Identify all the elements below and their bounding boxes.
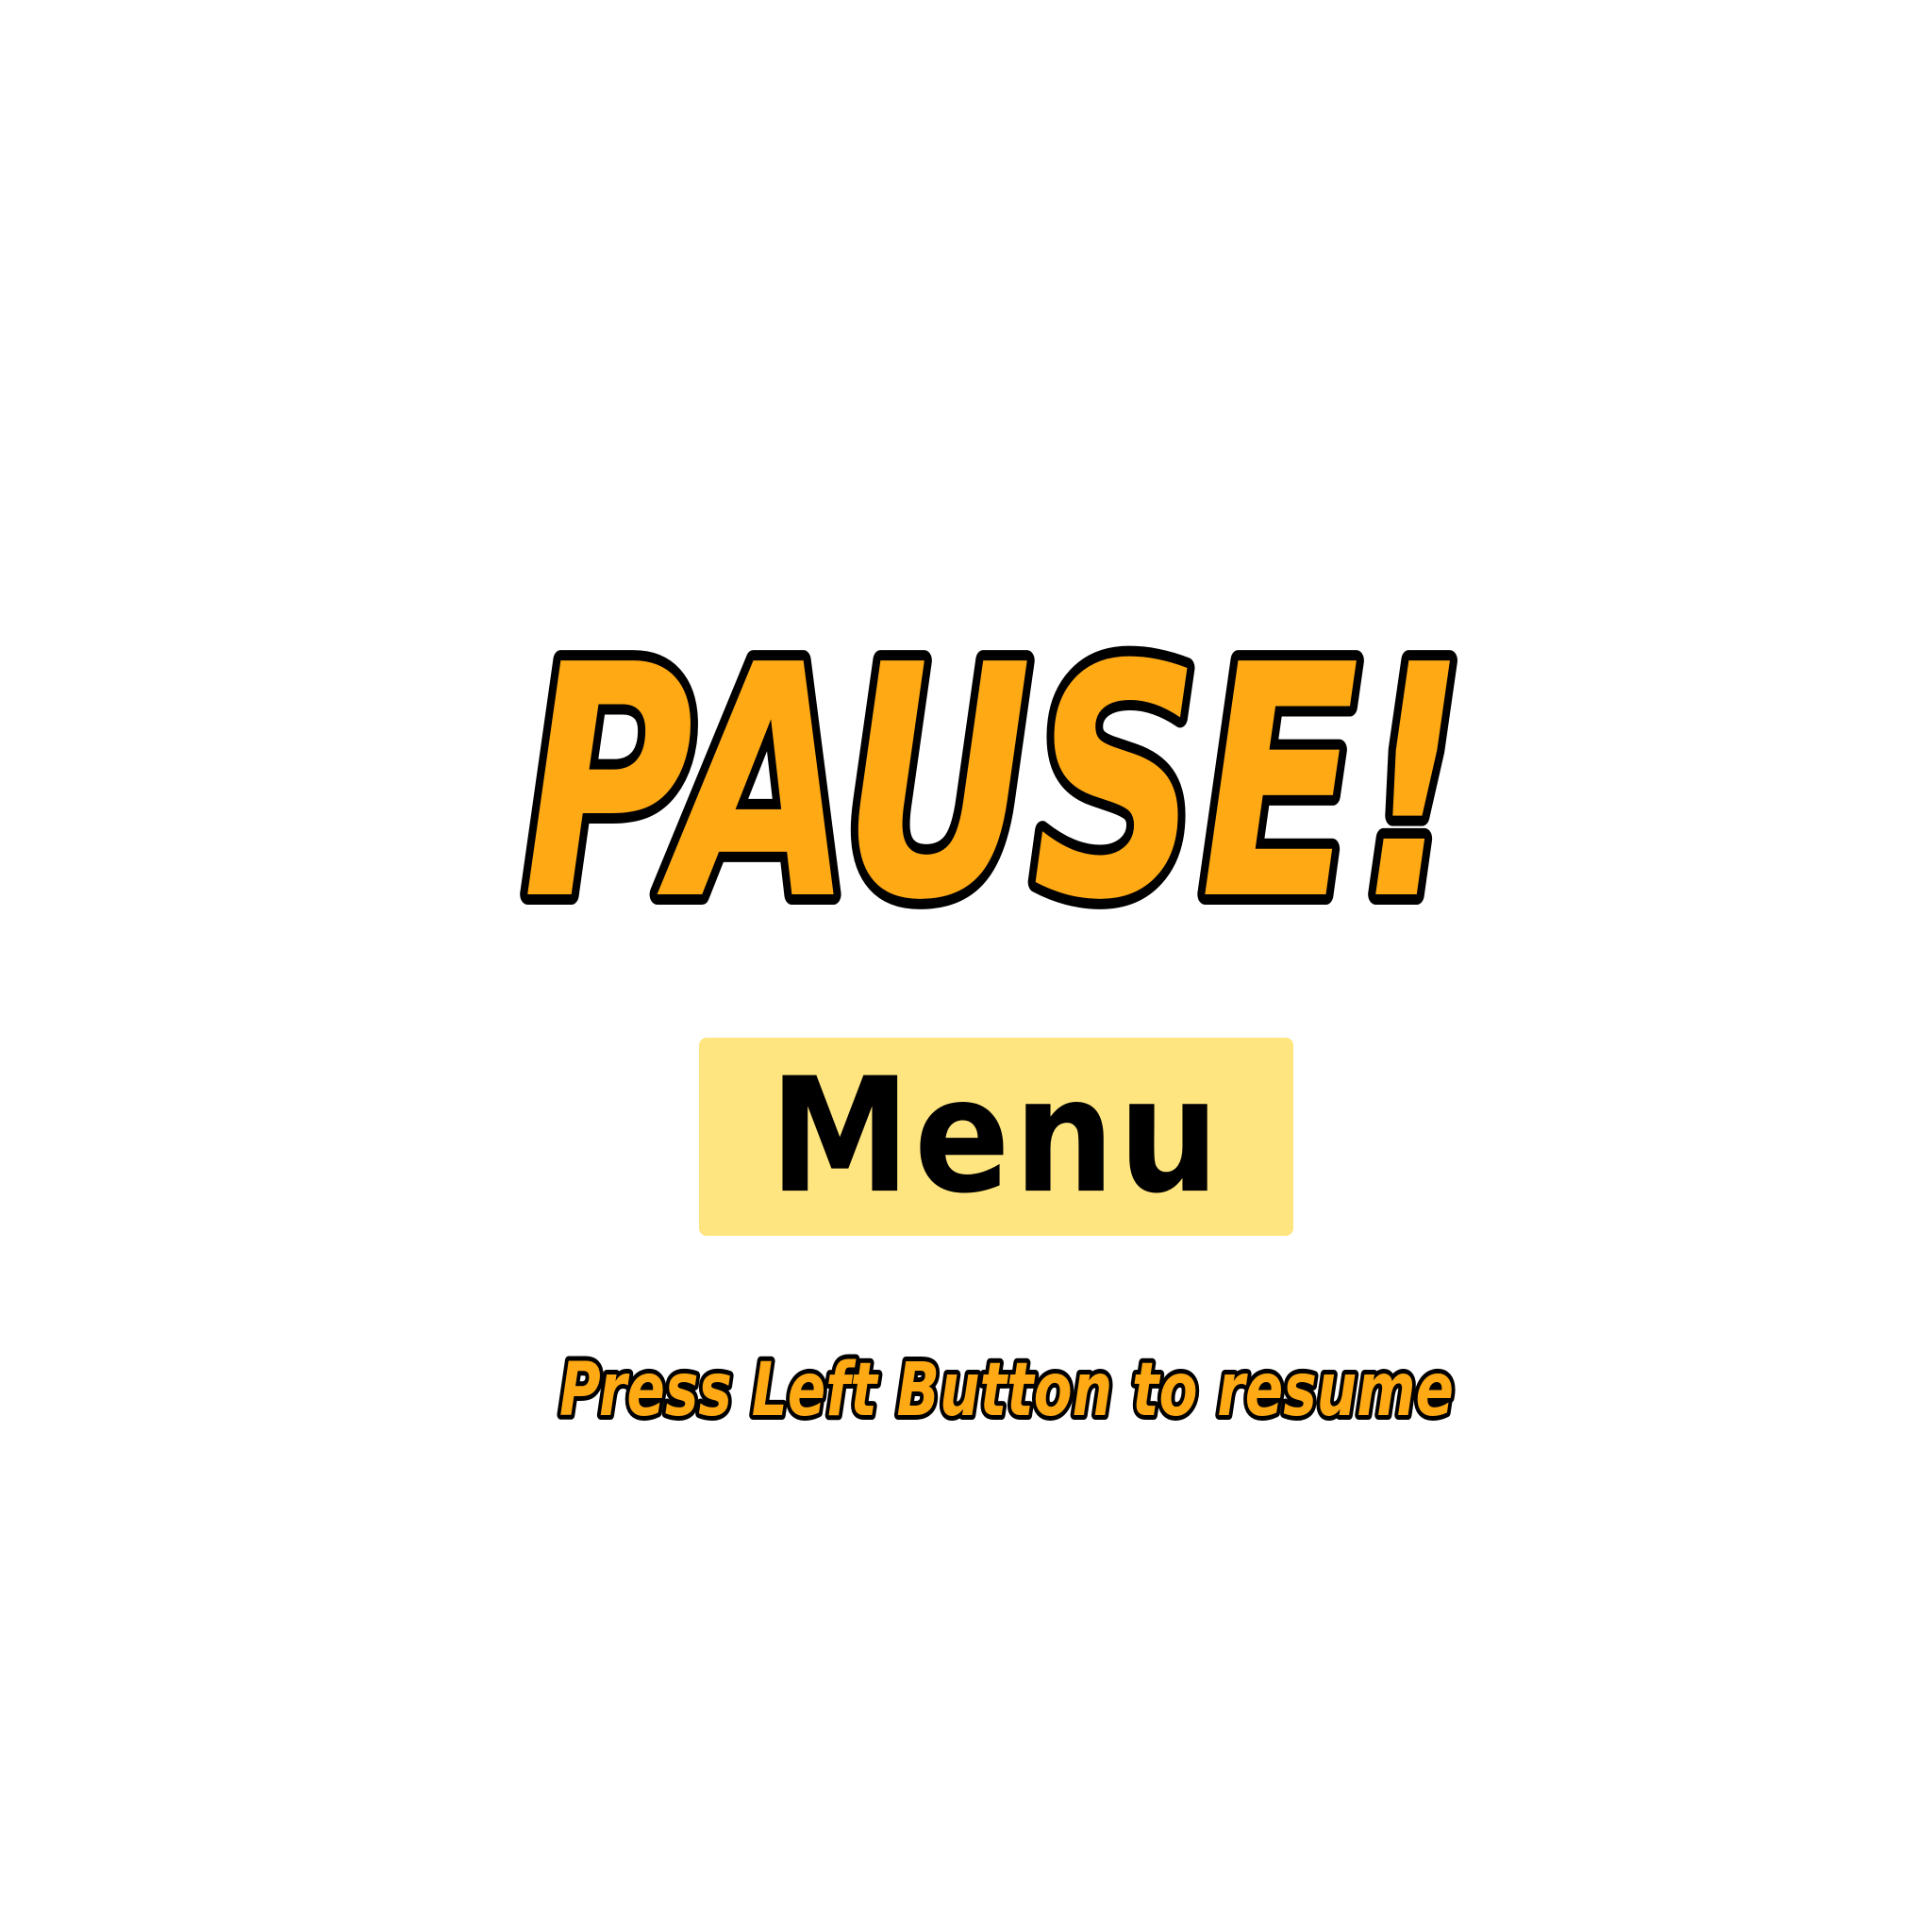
pause-title: PAUSE! <box>512 587 1476 981</box>
menu-button[interactable]: Menu <box>699 1038 1293 1236</box>
pause-screen: PAUSE! Menu Press Left Button to resume <box>0 0 1932 1932</box>
menu-button-label: Menu <box>769 1044 1224 1229</box>
pause-title-text: PAUSE! <box>523 597 1466 971</box>
